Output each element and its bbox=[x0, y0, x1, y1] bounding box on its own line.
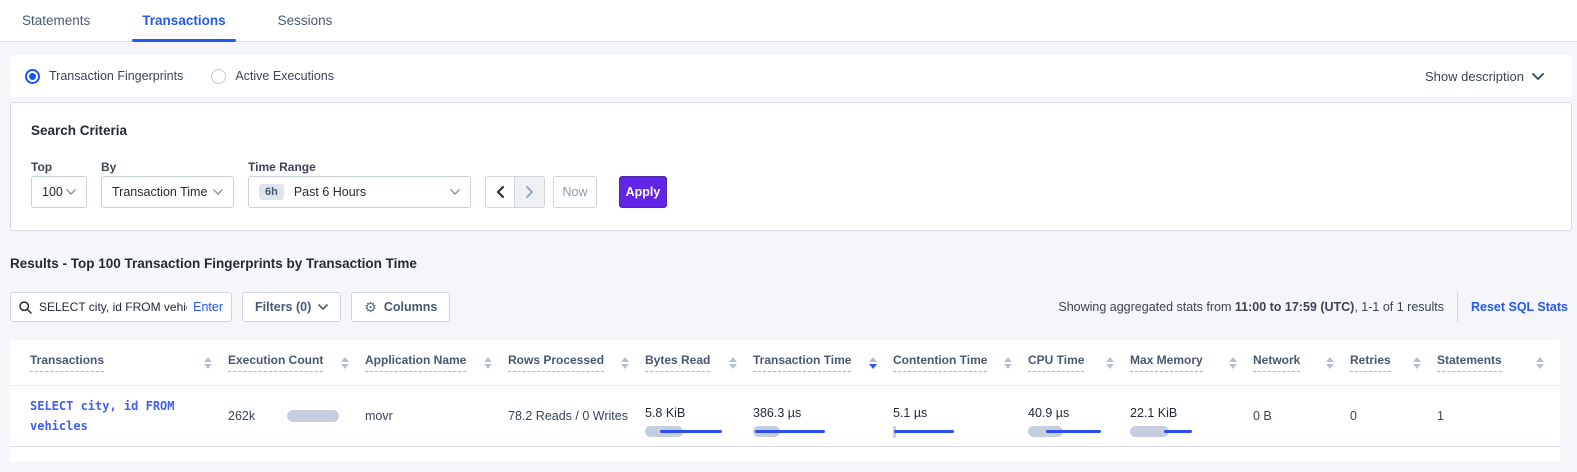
columns-button[interactable]: ⚙ Columns bbox=[351, 292, 450, 322]
filters-label: Filters (0) bbox=[255, 300, 311, 314]
next-time-button[interactable] bbox=[515, 176, 545, 208]
top-label: Top bbox=[31, 160, 52, 174]
radio-selected-icon bbox=[25, 69, 40, 84]
column-header-statements[interactable]: Statements bbox=[1437, 353, 1560, 372]
rows-processed-cell: 78.2 Reads / 0 Writes bbox=[508, 409, 645, 423]
sort-icon[interactable] bbox=[484, 357, 492, 369]
chevron-down-icon bbox=[318, 304, 328, 310]
sort-icon[interactable] bbox=[729, 357, 737, 369]
search-criteria-card: Search Criteria Top 100 By Transaction T… bbox=[10, 102, 1572, 231]
column-header-transaction-time[interactable]: Transaction Time bbox=[753, 353, 893, 372]
time-range-label: Time Range bbox=[248, 160, 316, 174]
radio-label: Transaction Fingerprints bbox=[49, 69, 183, 83]
chevron-right-icon bbox=[526, 186, 534, 198]
radio-unselected-icon bbox=[211, 69, 226, 84]
sort-icon[interactable] bbox=[341, 357, 349, 369]
transaction-time-cell: 386.3 µs bbox=[753, 406, 893, 426]
execution-count-bar bbox=[287, 410, 347, 422]
sort-icon[interactable] bbox=[869, 357, 877, 369]
contention-time-value: 5.1 µs bbox=[893, 406, 1018, 420]
chevron-down-icon bbox=[450, 189, 460, 195]
search-input[interactable] bbox=[39, 300, 187, 314]
sort-icon[interactable] bbox=[1229, 357, 1237, 369]
filters-button[interactable]: Filters (0) bbox=[242, 292, 341, 322]
tab-statements[interactable]: Statements bbox=[12, 0, 100, 41]
by-select-value: Transaction Time bbox=[112, 185, 207, 199]
tab-sessions[interactable]: Sessions bbox=[268, 0, 343, 41]
apply-button[interactable]: Apply bbox=[619, 176, 667, 208]
sort-icon[interactable] bbox=[1536, 357, 1544, 369]
time-range-select[interactable]: 6h Past 6 Hours bbox=[248, 176, 471, 208]
bytes-read-value: 5.8 KiB bbox=[645, 406, 743, 420]
column-header-rows-processed[interactable]: Rows Processed bbox=[508, 353, 645, 372]
search-criteria-title: Search Criteria bbox=[31, 123, 127, 138]
network-cell: 0 B bbox=[1253, 409, 1350, 423]
tab-transactions[interactable]: Transactions bbox=[132, 0, 235, 41]
reset-sql-stats-link[interactable]: Reset SQL Stats bbox=[1471, 300, 1568, 314]
column-header-application-name[interactable]: Application Name bbox=[365, 353, 508, 372]
chevron-down-icon bbox=[1532, 73, 1544, 80]
gear-icon: ⚙ bbox=[364, 300, 377, 314]
search-icon bbox=[19, 301, 32, 314]
time-nav-group bbox=[485, 176, 545, 208]
table-row: SELECT city, id FROM vehicles 262k movr … bbox=[10, 386, 1560, 447]
column-header-max-memory[interactable]: Max Memory bbox=[1130, 353, 1253, 372]
execution-count-value: 262k bbox=[228, 409, 255, 423]
application-name-cell: movr bbox=[365, 409, 508, 423]
view-mode-band: Transaction Fingerprints Active Executio… bbox=[10, 55, 1572, 97]
statements-cell: 1 bbox=[1437, 409, 1560, 423]
cpu-time-cell: 40.9 µs bbox=[1028, 406, 1130, 426]
sort-icon[interactable] bbox=[1004, 357, 1012, 369]
by-select[interactable]: Transaction Time bbox=[101, 176, 234, 208]
transactions-table: Transactions Execution Count Application… bbox=[10, 340, 1560, 462]
contention-time-cell: 5.1 µs bbox=[893, 406, 1028, 426]
chevron-down-icon bbox=[213, 189, 223, 195]
radio-active-executions[interactable]: Active Executions bbox=[211, 69, 334, 84]
sort-icon[interactable] bbox=[621, 357, 629, 369]
radio-label: Active Executions bbox=[235, 69, 334, 83]
aggregated-stats-text: Showing aggregated stats from 11:00 to 1… bbox=[1058, 300, 1444, 314]
retries-cell: 0 bbox=[1350, 409, 1437, 423]
execution-count-cell: 262k bbox=[228, 409, 365, 423]
results-controls: Enter Filters (0) ⚙ Columns Showing aggr… bbox=[10, 292, 1572, 322]
transaction-time-value: 386.3 µs bbox=[753, 406, 883, 420]
show-description-label: Show description bbox=[1425, 69, 1524, 84]
sort-icon[interactable] bbox=[1326, 357, 1334, 369]
top-tab-bar: Statements Transactions Sessions bbox=[0, 0, 1577, 42]
top-select-value: 100 bbox=[42, 185, 63, 199]
time-range-badge: 6h bbox=[259, 184, 284, 200]
sort-icon[interactable] bbox=[204, 357, 212, 369]
max-memory-cell: 22.1 KiB bbox=[1130, 406, 1253, 426]
column-header-transactions[interactable]: Transactions bbox=[30, 353, 228, 372]
max-memory-value: 22.1 KiB bbox=[1130, 406, 1243, 420]
stats-summary: Showing aggregated stats from 11:00 to 1… bbox=[1058, 292, 1572, 322]
now-button[interactable]: Now bbox=[553, 176, 597, 208]
results-heading: Results - Top 100 Transaction Fingerprin… bbox=[10, 256, 417, 271]
previous-time-button[interactable] bbox=[485, 176, 515, 208]
sort-icon[interactable] bbox=[1106, 357, 1114, 369]
search-box[interactable]: Enter bbox=[10, 292, 232, 322]
top-select[interactable]: 100 bbox=[31, 176, 87, 208]
columns-label: Columns bbox=[384, 300, 437, 314]
column-header-execution-count[interactable]: Execution Count bbox=[228, 353, 365, 372]
table-header-row: Transactions Execution Count Application… bbox=[10, 340, 1560, 386]
transaction-fingerprint-link[interactable]: SELECT city, id FROM vehicles bbox=[30, 399, 175, 433]
radio-transaction-fingerprints[interactable]: Transaction Fingerprints bbox=[25, 69, 183, 84]
column-header-cpu-time[interactable]: CPU Time bbox=[1028, 353, 1130, 372]
column-header-contention-time[interactable]: Contention Time bbox=[893, 353, 1028, 372]
show-description-toggle[interactable]: Show description bbox=[1425, 69, 1544, 84]
chevron-left-icon bbox=[496, 186, 504, 198]
vertical-divider bbox=[1457, 292, 1458, 322]
by-label: By bbox=[101, 160, 116, 174]
cpu-time-value: 40.9 µs bbox=[1028, 406, 1120, 420]
column-header-retries[interactable]: Retries bbox=[1350, 353, 1437, 372]
time-range-value: Past 6 Hours bbox=[294, 185, 366, 199]
bytes-read-cell: 5.8 KiB bbox=[645, 406, 753, 426]
column-header-network[interactable]: Network bbox=[1253, 353, 1350, 372]
enter-button[interactable]: Enter bbox=[187, 300, 223, 314]
sort-icon[interactable] bbox=[1413, 357, 1421, 369]
chevron-down-icon bbox=[66, 189, 76, 195]
column-header-bytes-read[interactable]: Bytes Read bbox=[645, 353, 753, 372]
